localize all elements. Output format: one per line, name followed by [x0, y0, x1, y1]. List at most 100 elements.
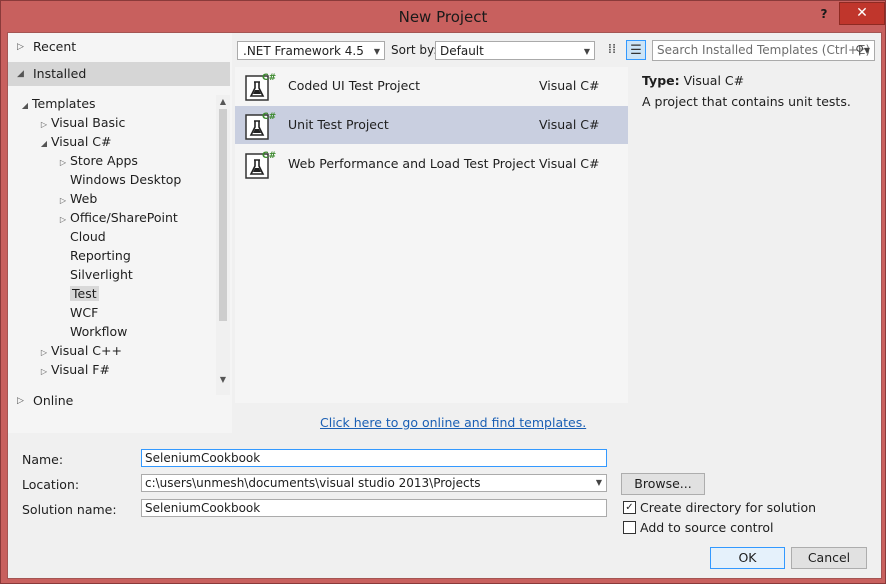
checkbox-checked-icon[interactable]: ✓ [623, 501, 636, 514]
name-label: Name: [22, 452, 64, 467]
tree-item-test[interactable]: Test [56, 284, 99, 303]
tree-item-office-sharepoint[interactable]: ▷ Office/SharePoint [56, 208, 178, 227]
expand-icon[interactable]: ▷ [17, 389, 24, 413]
tree-item-cloud[interactable]: Cloud [56, 227, 106, 246]
ok-button[interactable]: OK [710, 547, 785, 569]
tree-item-label: Visual F# [51, 362, 110, 377]
type-value: Visual C# [683, 73, 745, 88]
template-name: Unit Test Project [288, 117, 389, 132]
tree-item-store-apps[interactable]: ▷ Store Apps [56, 151, 138, 170]
svg-text:C#: C# [262, 73, 276, 83]
project-form: Name: SeleniumCookbook Location: c:\user… [8, 444, 881, 578]
find-online-templates-link[interactable]: Click here to go online and find templat… [320, 415, 586, 430]
tree-item-label: WCF [70, 305, 99, 320]
template-list: C# Coded UI Test Project Visual C# C# Unit T… [235, 67, 628, 403]
title-bar[interactable]: New Project ? ✕ [1, 1, 885, 33]
tree-item-label: Web [70, 191, 98, 206]
tree-item-wcf[interactable]: WCF [56, 303, 98, 322]
template-row[interactable]: C# Web Performance and Load Test Project V… [235, 145, 628, 183]
tree-item-label: Workflow [70, 324, 128, 339]
csharp-test-project-icon: C# [244, 70, 276, 102]
create-directory-label: Create directory for solution [640, 500, 817, 515]
scroll-up-icon[interactable]: ▲ [216, 95, 230, 109]
location-label: Location: [22, 477, 80, 492]
chevron-down-icon: ▼ [583, 47, 590, 56]
location-value: c:\users\unmesh\documents\visual studio … [145, 476, 481, 490]
template-row[interactable]: C# Coded UI Test Project Visual C# [235, 67, 628, 105]
chevron-down-icon: ▼ [373, 47, 380, 56]
tree-item-windows-desktop[interactable]: Windows Desktop [56, 170, 181, 189]
csharp-test-project-icon: C# [244, 148, 276, 180]
checkbox-unchecked-icon[interactable] [623, 521, 636, 534]
nav-online-label: Online [33, 393, 74, 408]
svg-text:C#: C# [262, 151, 276, 161]
template-name: Coded UI Test Project [288, 78, 421, 93]
sort-dropdown[interactable]: Default ▼ [435, 41, 595, 60]
template-name: Web Performance and Load Test Project [288, 156, 536, 171]
search-placeholder: Search Installed Templates (Ctrl+E) [657, 43, 871, 57]
scroll-down-icon[interactable]: ▼ [216, 373, 230, 387]
nav-installed[interactable]: ◢ Installed [8, 62, 230, 86]
collapse-icon[interactable]: ◢ [37, 134, 51, 153]
new-project-dialog: New Project ? ✕ ▷ Recent ◢ Installed ◢ Te… [0, 0, 886, 584]
category-pane: ▷ Recent ◢ Installed ◢ Templates ▷ Visual … [8, 33, 232, 433]
close-button[interactable]: ✕ [839, 2, 885, 25]
source-control-label: Add to source control [640, 520, 774, 535]
tree-item-label: Visual C# [51, 134, 112, 149]
sort-value: Default [440, 44, 484, 58]
tree-item-label: Store Apps [70, 153, 138, 168]
small-icons-view-button[interactable]: ⁞⁞ [602, 40, 622, 60]
nav-recent[interactable]: ▷ Recent [8, 35, 230, 59]
tree-item-visual-basic[interactable]: ▷ Visual Basic [37, 113, 125, 132]
solution-name-label: Solution name: [22, 502, 117, 517]
collapse-icon[interactable]: ◢ [18, 96, 32, 115]
nav-online[interactable]: ▷ Online [8, 389, 230, 413]
template-details: Type: Visual C# A project that contains … [642, 73, 872, 109]
tree-item-reporting[interactable]: Reporting [56, 246, 131, 265]
expand-icon[interactable]: ▷ [17, 35, 24, 59]
grid-view-icon: ⁞⁞ [607, 42, 617, 57]
collapse-icon[interactable]: ◢ [17, 62, 24, 86]
list-view-button[interactable]: ☰ [626, 40, 646, 60]
tree-scrollbar[interactable]: ▲ ▼ [216, 95, 230, 395]
chevron-down-icon[interactable]: ▼ [596, 475, 602, 491]
tree-item-workflow[interactable]: Workflow [56, 322, 127, 341]
tree-item-silverlight[interactable]: Silverlight [56, 265, 133, 284]
location-combobox[interactable]: c:\users\unmesh\documents\visual studio … [141, 474, 607, 492]
nav-recent-label: Recent [33, 39, 77, 54]
help-button[interactable]: ? [813, 3, 835, 25]
nav-installed-label: Installed [33, 66, 87, 81]
template-language: Visual C# [539, 78, 600, 93]
tree-item-visual-c[interactable]: ▷ Visual C++ [37, 341, 122, 360]
tree-item-visual-f[interactable]: ▷ Visual F# [37, 360, 110, 379]
tree-item-label: Visual C++ [51, 343, 122, 358]
dialog-title: New Project [398, 8, 488, 26]
template-language: Visual C# [539, 156, 600, 171]
tree-item-label: Cloud [70, 229, 106, 244]
search-icon[interactable]: ⚲▾ [855, 41, 870, 60]
tree-item-label: Templates [32, 96, 96, 111]
template-search-input[interactable]: Search Installed Templates (Ctrl+E) ⚲▾ [652, 40, 875, 61]
cancel-button[interactable]: Cancel [791, 547, 867, 569]
csharp-test-project-icon: C# [244, 109, 276, 141]
template-language: Visual C# [539, 117, 600, 132]
tree-item-web[interactable]: ▷ Web [56, 189, 97, 208]
browse-button[interactable]: Browse... [621, 473, 705, 495]
name-input[interactable]: SeleniumCookbook [141, 449, 607, 467]
framework-value: .NET Framework 4.5 [243, 44, 364, 58]
tree-item-label: Windows Desktop [70, 172, 182, 187]
sort-label: Sort by: [391, 43, 438, 57]
tree-item-label: Reporting [70, 248, 131, 263]
tree-item-templates[interactable]: ◢ Templates [18, 94, 96, 113]
framework-dropdown[interactable]: .NET Framework 4.5 ▼ [237, 41, 385, 60]
expand-icon[interactable]: ▷ [37, 362, 51, 381]
scrollbar-thumb[interactable] [219, 109, 227, 321]
dialog-body: ▷ Recent ◢ Installed ◢ Templates ▷ Visual … [7, 32, 882, 579]
template-row[interactable]: C# Unit Test Project Visual C# [235, 106, 628, 144]
tree-item-label: Test [70, 286, 99, 301]
tree-item-label: Office/SharePoint [70, 210, 178, 225]
tree-item-visual-c[interactable]: ◢ Visual C# [37, 132, 112, 151]
tree-item-label: Visual Basic [51, 115, 126, 130]
tree-item-label: Silverlight [70, 267, 133, 282]
solution-name-input[interactable]: SeleniumCookbook [141, 499, 607, 517]
